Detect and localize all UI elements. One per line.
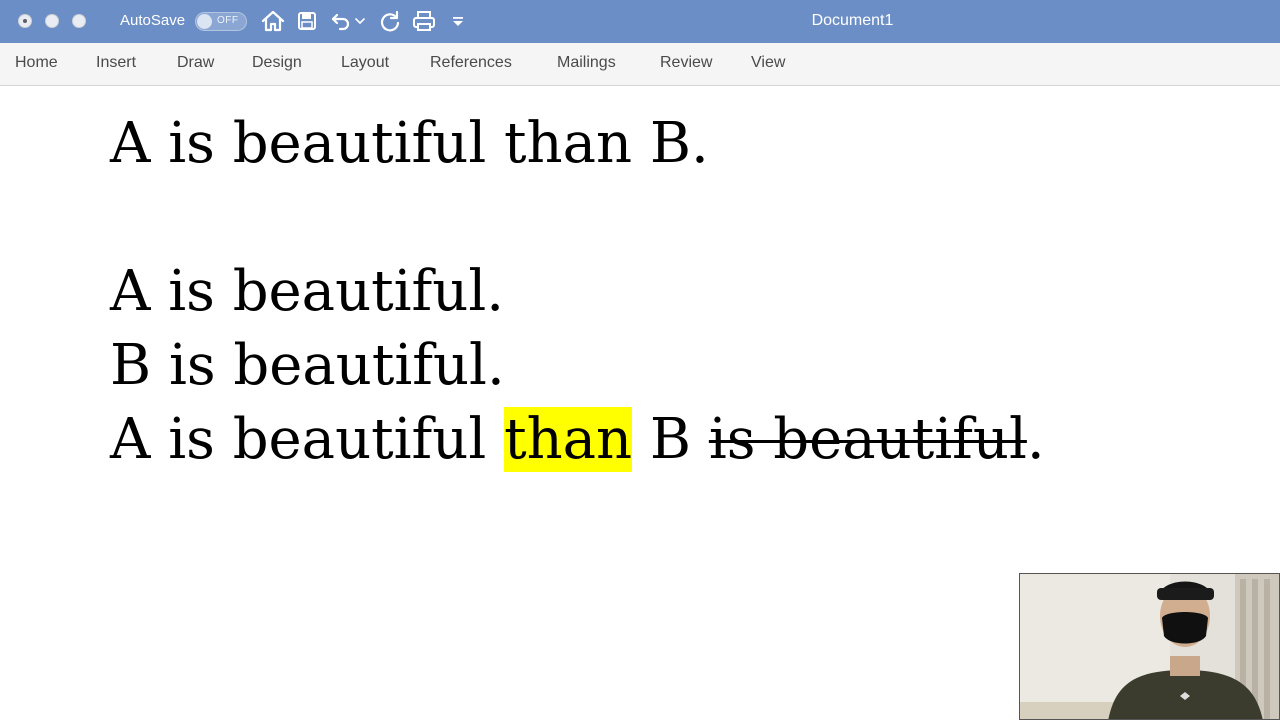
home-icon[interactable] [261, 9, 285, 33]
autosave-toggle[interactable]: OFF [195, 12, 247, 31]
line4-text-end: . [1026, 407, 1045, 472]
zoom-window-button[interactable] [72, 14, 86, 28]
line4-text-before: A is beautiful [110, 407, 505, 472]
document-title: Document1 [811, 12, 894, 29]
document-line-4[interactable]: A is beautiful than B is beautiful. [110, 403, 1045, 477]
redo-icon[interactable] [378, 9, 402, 33]
presenter-video-image [1020, 574, 1279, 719]
undo-dropdown-chevron-icon[interactable] [353, 9, 367, 33]
document-line-1[interactable]: A is beautiful than B. [110, 107, 709, 181]
highlighted-word: than [504, 407, 633, 472]
tab-draw[interactable]: Draw [177, 54, 214, 72]
autosave-toggle-knob [197, 14, 212, 29]
title-bar: AutoSave OFF Document1 [0, 0, 1280, 43]
customize-toolbar-icon[interactable] [446, 9, 470, 33]
ribbon-tab-bar: Home Insert Draw Design Layout Reference… [0, 43, 1280, 86]
tab-layout[interactable]: Layout [341, 54, 389, 72]
webcam-overlay [1019, 573, 1280, 720]
save-icon[interactable] [295, 9, 319, 33]
autosave-label: AutoSave [120, 12, 186, 29]
print-icon[interactable] [412, 9, 436, 33]
document-line-3[interactable]: B is beautiful. [110, 329, 505, 403]
tab-design[interactable]: Design [252, 54, 302, 72]
tab-home[interactable]: Home [15, 54, 58, 72]
tab-view[interactable]: View [751, 54, 785, 72]
tab-review[interactable]: Review [660, 54, 712, 72]
tab-mailings[interactable]: Mailings [557, 54, 616, 72]
autosave-state-label: OFF [217, 15, 239, 26]
tab-references[interactable]: References [430, 54, 512, 72]
minimize-window-button[interactable] [45, 14, 59, 28]
close-window-button[interactable] [18, 14, 32, 28]
strikethrough-text: is beautiful [708, 407, 1027, 472]
tab-insert[interactable]: Insert [96, 54, 136, 72]
document-line-2[interactable]: A is beautiful. [110, 255, 504, 329]
undo-icon[interactable] [329, 9, 353, 33]
line4-text-middle: B [632, 407, 709, 472]
